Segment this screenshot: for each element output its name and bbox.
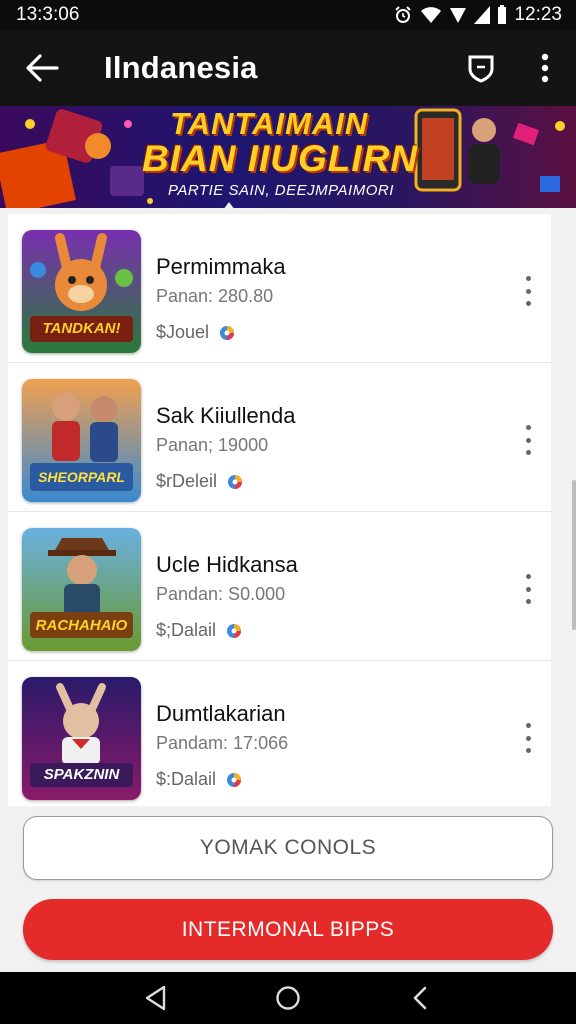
- game-thumbnail: SPAKZNIN: [22, 677, 141, 800]
- thumbnail-art-text: SHEORPARL: [38, 469, 125, 485]
- list-item[interactable]: SPAKZNIN Dumtlakarian Pandam: 17:066 $:D…: [8, 661, 551, 810]
- more-vertical-icon: [541, 53, 549, 83]
- banner-subheadline: BIAN IIUGLIRN: [142, 138, 419, 179]
- game-detail-label: $rDeleil: [156, 471, 218, 491]
- app-bar: Ilndanesia: [0, 30, 576, 106]
- status-time-left: 13:3:06: [16, 4, 80, 25]
- colorful-chip-icon: [220, 325, 235, 340]
- game-thumbnail: TANDKAN!: [22, 230, 141, 353]
- scrollbar[interactable]: [572, 480, 576, 630]
- shield-button[interactable]: [454, 30, 508, 106]
- game-subtitle: Panan: 280.80: [156, 286, 274, 306]
- wifi-icon: [421, 7, 442, 23]
- secondary-button[interactable]: YOMAK CONOLS: [23, 816, 553, 880]
- game-list: TANDKAN! Permimmaka Panan: 280.80 $Jouel…: [8, 214, 551, 806]
- list-item[interactable]: RACHAHAIO Ucle Hidkansa Pandan: S0.000 $…: [8, 512, 551, 661]
- game-detail: $Jouel: [156, 322, 235, 343]
- game-title: Sak Kiiullenda: [156, 403, 296, 428]
- item-menu-button[interactable]: [519, 425, 537, 455]
- list-item[interactable]: SHEORPARL Sak Kiiullenda Panan; 19000 $r…: [8, 363, 551, 512]
- overflow-menu-button[interactable]: [518, 30, 572, 106]
- banner-headline: TANTAIMAIN: [170, 106, 369, 141]
- status-bar: 13:3:06 12:23: [0, 0, 576, 30]
- page-title: Ilndanesia: [104, 50, 258, 85]
- game-subtitle: Panan; 19000: [156, 435, 269, 455]
- circle-home-icon: [276, 986, 300, 1010]
- game-detail: $;Dalail: [156, 620, 242, 641]
- game-thumbnail: SHEORPARL: [22, 379, 141, 502]
- battery-icon: [498, 5, 507, 24]
- game-detail-label: $:Dalail: [156, 769, 217, 789]
- nav-back-button[interactable]: [136, 978, 176, 1018]
- primary-button[interactable]: INTERMONAL BIPPS: [23, 899, 553, 960]
- status-icons: 12:23: [393, 4, 562, 26]
- colorful-chip-icon: [227, 772, 242, 787]
- banner-caption: PARTIE SAIN, DEEJMPAIMORI: [168, 182, 394, 199]
- nav-home-button[interactable]: [268, 978, 308, 1018]
- status-time-right: 12:23: [514, 4, 562, 25]
- back-button[interactable]: [0, 30, 84, 106]
- chevron-left-icon: [413, 986, 427, 1010]
- shield-icon: [468, 55, 494, 83]
- signal-icon: [450, 8, 467, 23]
- game-subtitle: Pandan: S0.000: [156, 584, 286, 604]
- game-detail: $rDeleil: [156, 471, 243, 492]
- alarm-icon: [395, 6, 412, 23]
- thumbnail-art-text: SPAKZNIN: [43, 766, 120, 783]
- list-item[interactable]: TANDKAN! Permimmaka Panan: 280.80 $Jouel: [8, 214, 551, 363]
- game-title: Permimmaka: [156, 254, 286, 279]
- arrow-left-icon: [26, 54, 59, 82]
- system-nav-bar: [0, 972, 576, 1024]
- colorful-chip-icon: [228, 474, 243, 489]
- thumbnail-art-text: RACHAHAIO: [35, 617, 128, 634]
- game-detail-label: $Jouel: [156, 322, 210, 342]
- nav-recents-button[interactable]: [400, 978, 440, 1018]
- triangle-back-icon: [145, 985, 166, 1011]
- colorful-chip-icon: [227, 623, 242, 638]
- game-title: Ucle Hidkansa: [156, 552, 298, 577]
- item-menu-button[interactable]: [519, 574, 537, 604]
- thumbnail-art-text: TANDKAN!: [42, 320, 121, 337]
- item-menu-button[interactable]: [519, 723, 537, 753]
- game-subtitle: Pandam: 17:066: [156, 733, 289, 753]
- game-detail: $:Dalail: [156, 769, 242, 790]
- promo-banner[interactable]: TANTAIMAIN BIAN IIUGLIRN PARTIE SAIN, DE…: [0, 106, 576, 208]
- game-title: Dumtlakarian: [156, 701, 286, 726]
- game-detail-label: $;Dalail: [156, 620, 217, 640]
- signal-bars-icon: [474, 6, 491, 24]
- item-menu-button[interactable]: [519, 276, 537, 306]
- game-thumbnail: RACHAHAIO: [22, 528, 141, 651]
